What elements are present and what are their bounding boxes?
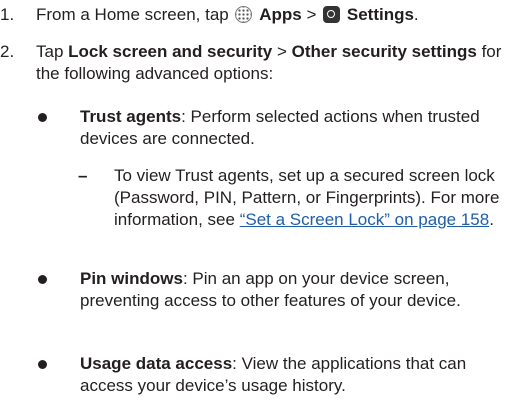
settings-label: Settings — [346, 5, 414, 24]
option-pin-windows: Pin windows: Pin an app on your device s… — [38, 268, 506, 312]
step-1-text: From a Home screen, tap — [36, 5, 229, 24]
step-text: Tap Lock screen and security > Other sec… — [36, 41, 502, 85]
settings-gear-icon — [323, 6, 341, 23]
other-security-label: Other security settings — [291, 42, 477, 61]
apps-label: Apps — [259, 5, 302, 24]
apps-icon — [235, 6, 253, 23]
option-usage-data-access: Usage data access: View the applications… — [38, 353, 506, 397]
separator: > — [306, 5, 317, 24]
separator: > — [276, 42, 287, 61]
lock-screen-label: Lock screen and security — [68, 42, 273, 61]
period: . — [489, 210, 494, 229]
step-2-text-start: Tap — [36, 42, 64, 61]
trust-agents-note: – To view Trust agents, set up a secured… — [78, 165, 502, 231]
option-title: Trust agents — [80, 107, 182, 126]
step-number: 2. — [0, 42, 15, 61]
period: . — [413, 5, 419, 24]
bullet-icon — [38, 275, 47, 284]
step-text: From a Home screen, tap Apps > Settings. — [36, 4, 502, 26]
option-title: Pin windows — [80, 269, 183, 288]
option-trust-agents: Trust agents: Perform selected actions w… — [38, 106, 506, 150]
step-number: 1. — [0, 5, 15, 24]
screen-lock-link[interactable]: “Set a Screen Lock” on page 158 — [240, 210, 490, 229]
bullet-icon — [38, 360, 47, 369]
dash-icon: – — [78, 166, 88, 185]
option-title: Usage data access — [80, 354, 233, 373]
bullet-icon — [38, 113, 47, 122]
